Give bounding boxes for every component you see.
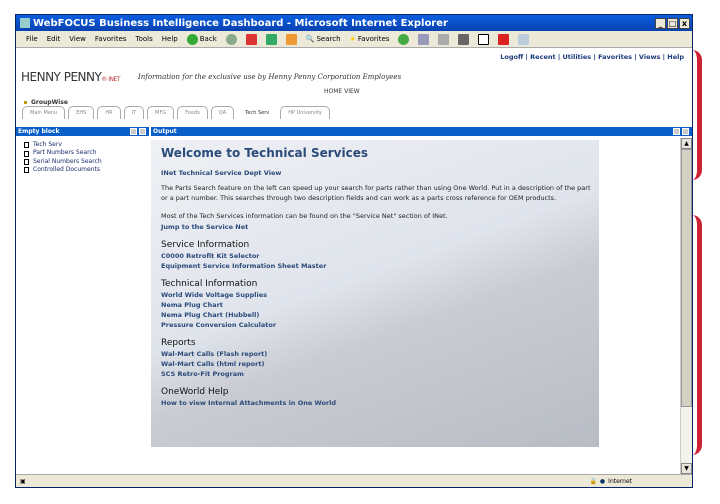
menu-help[interactable]: Help [162,35,178,43]
tab-qa[interactable]: QA [210,106,235,119]
page-icon: ▣ [20,477,26,485]
section-link[interactable]: Wal-Mart Calls (Flash report) [161,349,591,359]
section-title: OneWorld Help [161,386,229,397]
status-bar: ▣ 🔒 ● Internet [16,474,692,487]
messenger-icon[interactable] [498,33,510,45]
tab-hr[interactable]: HR [97,106,121,119]
menu-file[interactable]: File [26,35,38,43]
section-link[interactable]: How to view Internal Attachments in One … [161,398,591,408]
decorative-curve [692,215,702,455]
globe-icon: ● [599,477,606,485]
section-link[interactable]: Equipment Service Information Sheet Mast… [161,261,591,271]
vertical-scrollbar[interactable]: ▲ ▼ [680,138,692,474]
tab-ehs[interactable]: EHS [68,106,95,119]
left-nav: Tech Serv Part Numbers Search Serial Num… [24,141,102,175]
subheading: INet Technical Service Dept View [161,169,282,177]
zone-label: Internet [608,477,632,485]
refresh-icon[interactable] [265,33,277,45]
tab-it[interactable]: IT [123,106,145,119]
top-links[interactable]: Logoff | Recent | Utilities | Favorites … [500,53,684,61]
minimize-panel-button[interactable] [139,128,146,135]
bullet-icon [24,101,27,104]
home-view-label: HOME VIEW [324,88,360,95]
henny-penny-logo: HENNY PENNY® INET [21,70,120,84]
tab-hp-university[interactable]: HP University [280,106,330,119]
document-icon [24,167,29,174]
scroll-thumb[interactable] [681,149,692,407]
left-panel-header: Empty block [16,127,149,136]
section-link[interactable]: Nema Plug Chart (Hubbell) [161,310,591,320]
tab-tech-serv[interactable]: Tech Serv [237,106,278,119]
menu-view[interactable]: View [69,35,86,43]
section-link[interactable]: Wal-Mart Calls (html report) [161,359,591,369]
section-link[interactable]: C0000 Retrofit Kit Selector [161,251,591,261]
document-icon [24,150,29,157]
print-icon[interactable] [438,33,450,45]
section-title: Technical Information [161,278,258,289]
jump-service-net-link[interactable]: Jump to the Service Net [161,222,591,232]
ie-icon [20,18,30,28]
service-net-paragraph: Most of the Tech Services information ca… [161,212,448,220]
scroll-down-button[interactable]: ▼ [681,463,692,474]
menu-favorites[interactable]: Favorites [95,35,127,43]
research-icon[interactable] [518,33,530,45]
minimize-button[interactable]: _ [655,17,666,29]
history-icon[interactable] [398,33,410,45]
refresh-panel-button[interactable] [130,128,137,135]
window-title: WebFOCUS Business Intelligence Dashboard… [33,17,448,29]
back-arrow-icon [186,33,198,45]
scroll-up-button[interactable]: ▲ [681,138,692,149]
browser-window: WebFOCUS Business Intelligence Dashboard… [15,14,693,488]
discuss-icon[interactable] [478,33,490,45]
page-content: Logoff | Recent | Utilities | Favorites … [16,48,692,474]
section-link[interactable]: Pressure Conversion Calculator [161,320,591,330]
output-panel-header: Output [151,127,692,136]
document-icon [24,142,29,149]
stop-icon[interactable] [245,33,257,45]
back-button[interactable]: Back [186,33,217,45]
section-link[interactable]: Nema Plug Chart [161,300,591,310]
decorative-curve [692,50,702,180]
search-button[interactable]: 🔍 Search [306,35,341,43]
intro-paragraph: The Parts Search feature on the left can… [161,184,591,202]
nav-controlled-documents[interactable]: Controlled Documents [24,166,102,174]
star-icon: ★ [349,35,356,43]
section-link[interactable]: SCS Retro-Fit Program [161,369,591,379]
maximize-button[interactable]: □ [667,17,678,29]
mail-icon[interactable] [418,33,430,45]
close-button[interactable]: x [679,17,690,29]
output-panel: Welcome to Technical Services INet Techn… [151,140,599,447]
toolbar: File Edit View Favorites Tools Help Back… [16,31,692,48]
section-title: Reports [161,337,196,348]
edit-icon[interactable] [458,33,470,45]
refresh-panel-button[interactable] [673,128,680,135]
tab-bar: Main Menu EHS HR IT MFG Foods QA Tech Se… [22,106,333,119]
lock-icon: 🔒 [589,477,597,485]
page-title: Welcome to Technical Services [161,146,368,160]
document-icon [24,159,29,166]
tagline: Information for the exclusive use by Hen… [138,73,402,81]
section-title: Service Information [161,239,250,250]
nav-tech-serv[interactable]: Tech Serv [24,141,102,149]
tab-mfg[interactable]: MFG [147,106,175,119]
nav-part-numbers-search[interactable]: Part Numbers Search [24,149,102,157]
title-bar: WebFOCUS Business Intelligence Dashboard… [16,15,692,31]
favorites-button[interactable]: ★ Favorites [350,35,390,43]
groupwise-link[interactable]: GroupWise [24,99,68,106]
menu-tools[interactable]: Tools [136,35,153,43]
menu-edit[interactable]: Edit [47,35,61,43]
home-icon[interactable] [285,33,297,45]
nav-serial-numbers-search[interactable]: Serial Numbers Search [24,158,102,166]
forward-icon[interactable] [225,33,237,45]
section-link[interactable]: World Wide Voltage Supplies [161,290,591,300]
maximize-panel-button[interactable] [682,128,689,135]
search-icon: 🔍 [305,35,315,43]
tab-foods[interactable]: Foods [177,106,208,119]
tab-main-menu[interactable]: Main Menu [22,106,66,119]
